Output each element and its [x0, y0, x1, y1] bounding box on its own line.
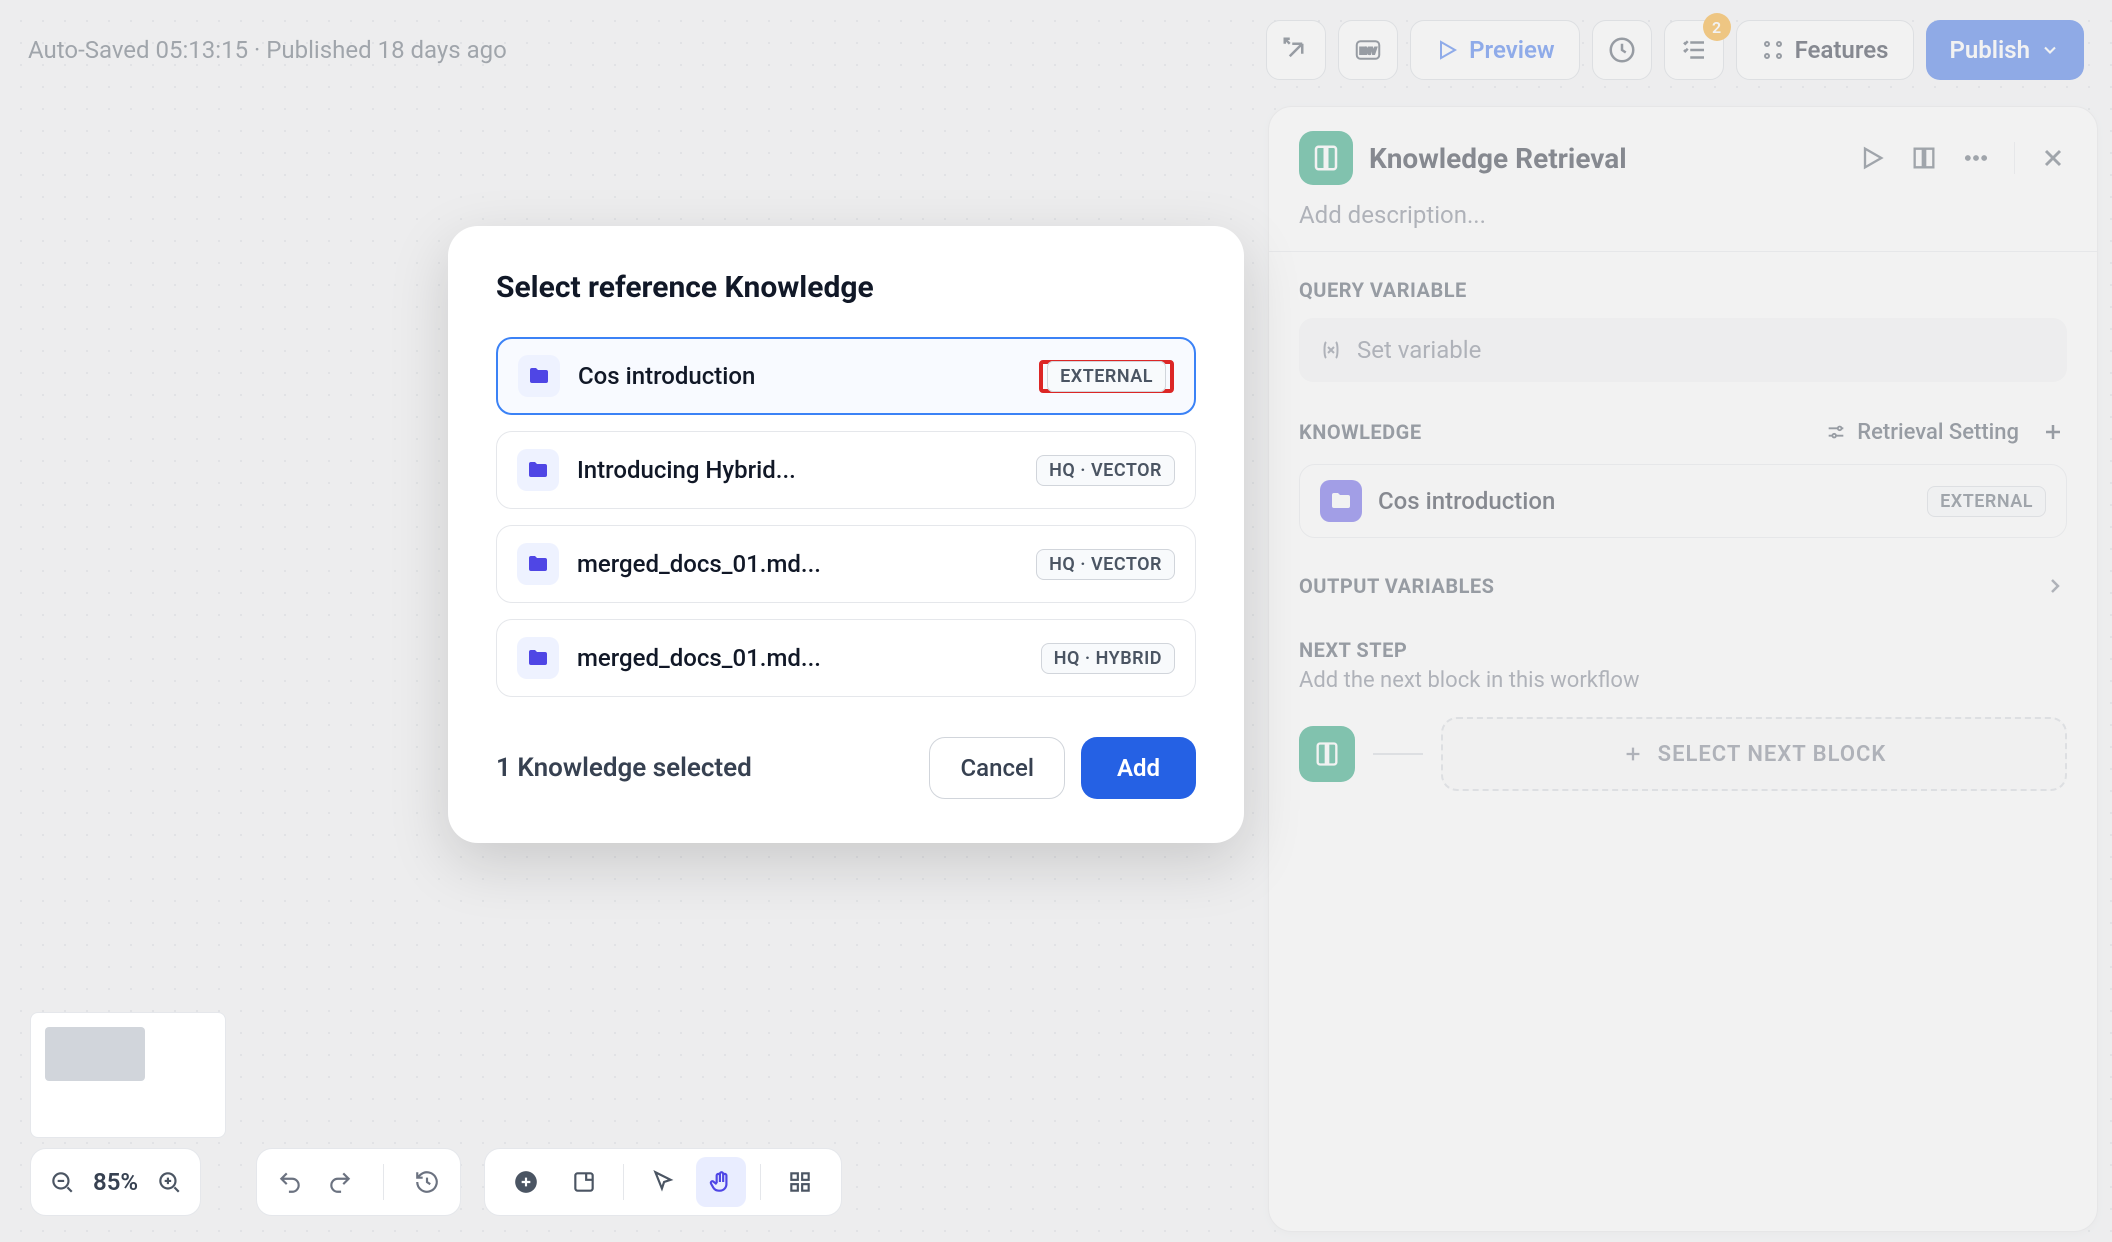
knowledge-option[interactable]: merged_docs_01.md... HQ · HYBRID: [496, 619, 1196, 697]
knowledge-option-tag: HQ · VECTOR: [1036, 455, 1175, 486]
knowledge-option[interactable]: Introducing Hybrid... HQ · VECTOR: [496, 431, 1196, 509]
note-icon: [571, 1169, 597, 1195]
zoom-out-icon[interactable]: [49, 1169, 75, 1195]
knowledge-option-name: Cos introduction: [578, 362, 1021, 390]
folder-icon: [517, 543, 559, 585]
minimap[interactable]: [30, 1012, 226, 1138]
note-button[interactable]: [559, 1157, 609, 1207]
layout-icon: [787, 1169, 813, 1195]
highlighted-tag winners-tag: EXTERNAL: [1039, 360, 1174, 393]
selected-count: 1 Knowledge selected: [496, 753, 752, 783]
pointer-icon: [650, 1169, 676, 1195]
cancel-button[interactable]: Cancel: [929, 737, 1064, 799]
canvas-tools: [484, 1148, 842, 1216]
history-controls: [256, 1148, 461, 1216]
history-icon[interactable]: [414, 1169, 440, 1195]
folder-icon: [518, 355, 560, 397]
redo-icon[interactable]: [327, 1169, 353, 1195]
hand-icon: [708, 1169, 734, 1195]
modal-title: Select reference Knowledge: [496, 270, 1196, 305]
select-knowledge-modal: Select reference Knowledge Cos introduct…: [448, 226, 1244, 843]
knowledge-option-name: Introducing Hybrid...: [577, 456, 1018, 484]
add-node-button[interactable]: [501, 1157, 551, 1207]
folder-icon: [517, 449, 559, 491]
knowledge-option-tag: HQ · VECTOR: [1036, 549, 1175, 580]
folder-icon: [517, 637, 559, 679]
plus-circle-icon: [513, 1169, 539, 1195]
knowledge-option-name: merged_docs_01.md...: [577, 550, 1018, 578]
pointer-tool[interactable]: [638, 1157, 688, 1207]
knowledge-option[interactable]: merged_docs_01.md... HQ · VECTOR: [496, 525, 1196, 603]
knowledge-option[interactable]: Cos introduction EXTERNAL: [496, 337, 1196, 415]
knowledge-option-name: merged_docs_01.md...: [577, 644, 1023, 672]
zoom-controls: 85%: [30, 1148, 201, 1216]
layout-button[interactable]: [775, 1157, 825, 1207]
zoom-in-icon[interactable]: [156, 1169, 182, 1195]
knowledge-option-tag: HQ · HYBRID: [1041, 643, 1175, 674]
add-button[interactable]: Add: [1081, 737, 1196, 799]
undo-icon[interactable]: [277, 1169, 303, 1195]
hand-tool[interactable]: [696, 1157, 746, 1207]
zoom-value: 85%: [93, 1168, 138, 1196]
